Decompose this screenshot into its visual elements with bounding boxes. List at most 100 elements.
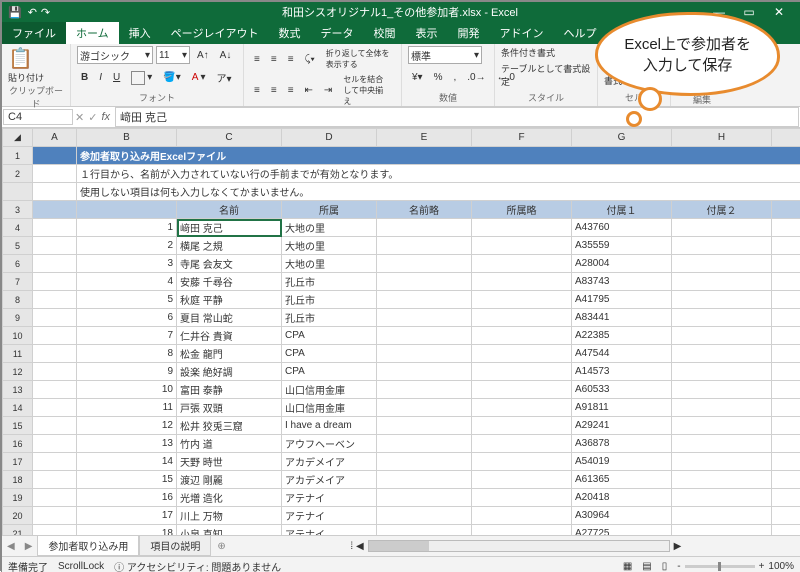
wrap-text-button[interactable]: 折り返して全体を表示する	[322, 46, 395, 72]
cell[interactable]	[472, 273, 572, 291]
cell[interactable]	[377, 471, 472, 489]
row-header[interactable]: 18	[3, 471, 33, 489]
cell[interactable]: 秋庭 平静	[177, 291, 282, 309]
cell[interactable]	[472, 255, 572, 273]
row-header[interactable]: 3	[3, 201, 33, 219]
row-header[interactable]: 16	[3, 435, 33, 453]
row-header[interactable]: 10	[3, 327, 33, 345]
cell[interactable]	[672, 453, 772, 471]
border-button[interactable]: ▾	[127, 69, 156, 87]
cell[interactable]	[377, 507, 472, 525]
number-format-select[interactable]: 標準▾	[408, 46, 482, 64]
cell[interactable]	[472, 237, 572, 255]
cell[interactable]: 10	[77, 381, 177, 399]
cell[interactable]: 孔丘市	[282, 273, 377, 291]
zoom-in-button[interactable]: +	[759, 561, 765, 572]
cell[interactable]	[33, 525, 77, 536]
row-header[interactable]: 19	[3, 489, 33, 507]
cell[interactable]	[672, 327, 772, 345]
cell[interactable]	[772, 255, 800, 273]
font-size-select[interactable]: 11▾	[156, 46, 190, 64]
align-center-button[interactable]: ≡	[267, 83, 281, 98]
sheet-tab-active[interactable]: 参加者取り込み用	[37, 535, 139, 556]
cell[interactable]: 8	[77, 345, 177, 363]
cell[interactable]: 6	[77, 309, 177, 327]
phonetic-button[interactable]: ア▾	[212, 68, 235, 87]
col-title-b[interactable]	[77, 201, 177, 219]
align-mid-button[interactable]: ≡	[267, 52, 281, 67]
cell[interactable]	[377, 363, 472, 381]
cell[interactable]: A14573	[572, 363, 672, 381]
name-box[interactable]: C4	[3, 109, 73, 125]
fill-color-button[interactable]: 🪣▾	[159, 70, 184, 85]
cell[interactable]: 3	[77, 255, 177, 273]
select-all-button[interactable]: ◢	[3, 129, 33, 147]
tab-data[interactable]: データ	[310, 22, 363, 44]
row-header[interactable]: 15	[3, 417, 33, 435]
col-header[interactable]: F	[472, 129, 572, 147]
cell[interactable]: 松金 龍門	[177, 345, 282, 363]
cell[interactable]: アテナイ	[282, 525, 377, 536]
currency-button[interactable]: ¥▾	[408, 70, 427, 85]
cancel-icon[interactable]: ✕	[75, 111, 84, 124]
cell[interactable]	[33, 255, 77, 273]
cond-format-button[interactable]: 条件付き書式	[501, 46, 555, 59]
col-title-e[interactable]: 名前略	[377, 201, 472, 219]
status-accessibility[interactable]: ⓘ アクセシビリティ: 問題ありません	[114, 559, 281, 572]
cell[interactable]	[33, 309, 77, 327]
cell[interactable]	[772, 327, 800, 345]
cell[interactable]	[377, 309, 472, 327]
paste-label[interactable]: 貼り付け	[8, 71, 44, 84]
cell[interactable]	[377, 345, 472, 363]
tab-addins[interactable]: アドイン	[489, 22, 553, 44]
cell[interactable]	[672, 273, 772, 291]
cell[interactable]	[377, 417, 472, 435]
cell[interactable]: 﨑田 克己	[177, 219, 282, 237]
row-header[interactable]: 9	[3, 309, 33, 327]
cell[interactable]: 12	[77, 417, 177, 435]
row-header[interactable]: 1	[3, 147, 33, 165]
cell[interactable]: アカデメイア	[282, 471, 377, 489]
row-header[interactable]	[3, 183, 33, 201]
cell[interactable]: A20418	[572, 489, 672, 507]
cell[interactable]	[672, 255, 772, 273]
zoom-value[interactable]: 100%	[768, 561, 794, 572]
row-header[interactable]: 14	[3, 399, 33, 417]
note-row[interactable]: 使用しない項目は何も入力しなくてかまいません。	[77, 183, 800, 201]
row-header[interactable]: 7	[3, 273, 33, 291]
tab-view[interactable]: 表示	[405, 22, 447, 44]
col-header[interactable]: G	[572, 129, 672, 147]
cell[interactable]	[772, 381, 800, 399]
cell[interactable]: 竹内 道	[177, 435, 282, 453]
zoom-slider[interactable]	[685, 565, 755, 568]
cell[interactable]: 設楽 絶好調	[177, 363, 282, 381]
cell[interactable]: I have a dream	[282, 417, 377, 435]
cell[interactable]: アカデメイア	[282, 453, 377, 471]
font-color-button[interactable]: A▾	[188, 70, 210, 85]
cell[interactable]: A30964	[572, 507, 672, 525]
cell[interactable]	[33, 291, 77, 309]
cell[interactable]	[33, 219, 77, 237]
cell[interactable]: 13	[77, 435, 177, 453]
cell[interactable]	[772, 219, 800, 237]
cell[interactable]: A91811	[572, 399, 672, 417]
row-header[interactable]: 12	[3, 363, 33, 381]
dec-inc-button[interactable]: .0→	[463, 70, 489, 85]
fx-icon[interactable]: fx	[101, 111, 110, 123]
cell[interactable]: A29241	[572, 417, 672, 435]
cell[interactable]	[33, 345, 77, 363]
cell[interactable]: アテナイ	[282, 507, 377, 525]
cell[interactable]	[772, 417, 800, 435]
cell[interactable]: 15	[77, 471, 177, 489]
cell[interactable]: 9	[77, 363, 177, 381]
cell[interactable]	[33, 363, 77, 381]
row-header[interactable]: 5	[3, 237, 33, 255]
cell[interactable]: 渡辺 剛麗	[177, 471, 282, 489]
font-name-select[interactable]: 游ゴシック▾	[77, 46, 153, 64]
cell[interactable]: 富田 泰静	[177, 381, 282, 399]
cell[interactable]: 16	[77, 489, 177, 507]
grid[interactable]: ◢ A B C D E F G H I 1参加者取り込み用Excelファイル 2…	[2, 128, 800, 535]
align-left-button[interactable]: ≡	[250, 83, 264, 98]
cell[interactable]	[33, 489, 77, 507]
bold-button[interactable]: B	[77, 70, 92, 85]
